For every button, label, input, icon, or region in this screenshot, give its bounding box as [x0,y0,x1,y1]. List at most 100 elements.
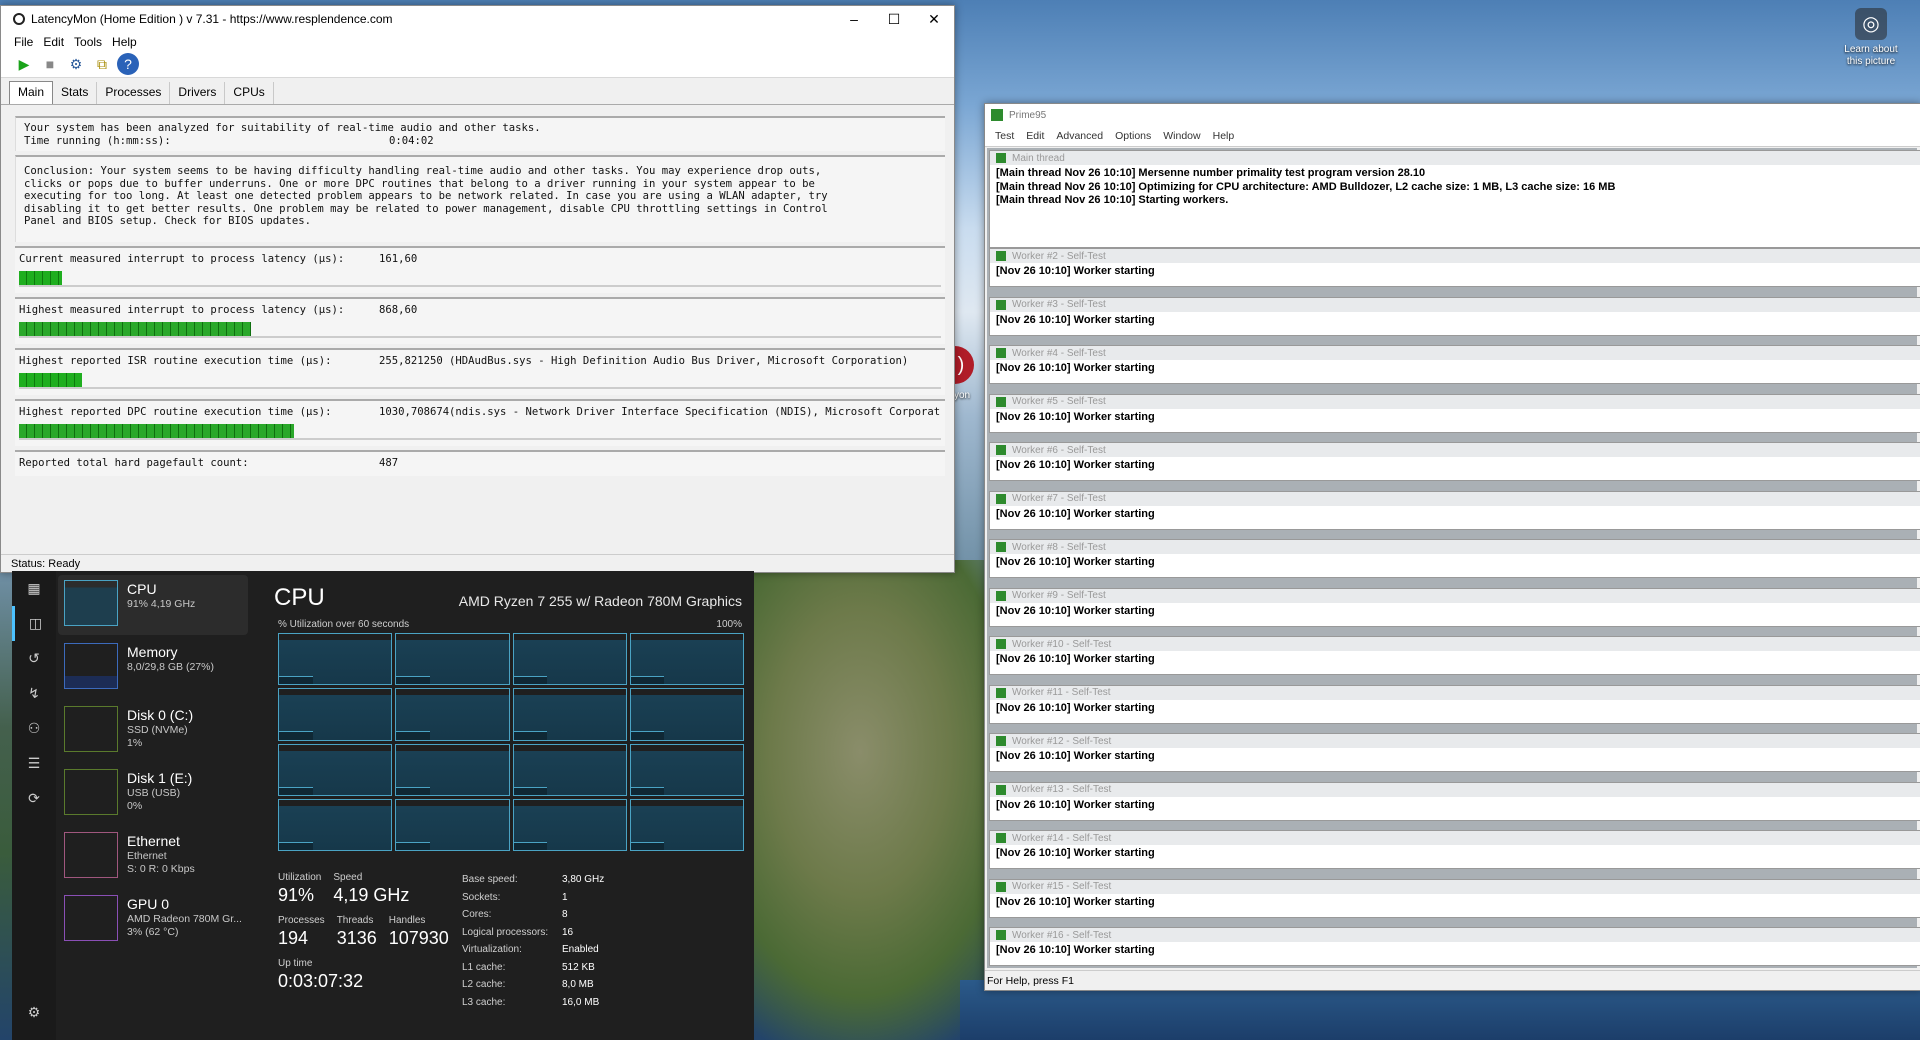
worker-window[interactable]: Worker #8 - Self-Test [Nov 26 10:10] Work… [989,539,1920,578]
worker-title: Worker #9 - Self-Test [1012,590,1106,601]
logical-processor-graph [395,743,510,796]
resource-disk-1[interactable]: Disk 1 (E:) USB (USB) 0% [58,764,248,824]
resource-disk-0[interactable]: Disk 0 (C:) SSD (NVMe) 1% [58,701,248,761]
copy-icon[interactable]: ⧉ [91,53,113,75]
resource-gpu[interactable]: GPU 0 AMD Radeon 780M Gr... 3% (62 °C) [58,890,248,950]
handles-label: Handles [388,915,426,926]
worker-log: [Nov 26 10:10] Worker starting [996,653,1155,665]
worker-caption: Worker #4 - Self-Test [990,346,1920,360]
worker-window[interactable]: Worker #6 - Self-Test [Nov 26 10:10] Work… [989,442,1920,481]
settings-gear-icon[interactable]: ⚙ [12,995,56,1030]
logical-processor-graph [629,633,744,686]
close-button[interactable]: ✕ [914,6,954,32]
worker-window[interactable]: Worker #2 - Self-Test [Nov 26 10:10] Work… [989,248,1920,287]
startup-apps-icon[interactable]: ↯ [12,676,56,711]
tab-processes[interactable]: Processes [97,82,171,104]
main-thread-title: Main thread [1012,152,1065,164]
cpu-spec-row: Sockets: 1 [462,889,632,907]
thread-icon [996,396,1006,407]
minimize-button[interactable]: – [834,6,874,32]
details-icon[interactable]: ☰ [12,746,56,781]
worker-title: Worker #8 - Self-Test [1012,541,1106,553]
analyze-icon[interactable]: ⚙ [65,53,87,75]
metric-label: Reported total hard pagefault count: [19,456,249,469]
worker-log: [Nov 26 10:10] Worker starting [996,313,1155,326]
resource-detail: AMD Radeon 780M Gr... [127,913,242,925]
worker-window[interactable]: Worker #9 - Self-Test [Nov 26 10:10] Work… [989,587,1920,627]
metric-driver [449,303,941,317]
menu-window[interactable]: Window [1163,130,1200,142]
worker-window[interactable]: Worker #7 - Self-Test [Nov 26 10:10] Work… [989,490,1920,530]
main-thread-window[interactable]: Main thread [Main thread Nov 26 10:10] M… [989,150,1920,248]
menu-help[interactable]: Help [1213,130,1235,142]
latencymon-titlebar[interactable]: LatencyMon (Home Edition ) v 7.31 - http… [1,6,954,32]
thread-icon [996,639,1006,649]
metric-bar [19,270,941,287]
worker-caption: Worker #3 - Self-Test [990,297,1920,312]
worker-title: Worker #10 - Self-Test [1012,638,1112,650]
spec-key: L2 cache: [462,979,506,990]
worker-window[interactable]: Worker #5 - Self-Test [Nov 26 10:10] Work… [989,393,1920,433]
worker-window[interactable]: Worker #15 - Self-Test [Nov 26 10:10] Wor… [989,878,1920,918]
worker-log: [Nov 26 10:10] Worker starting [996,750,1155,762]
worker-title: Worker #3 - Self-Test [1012,299,1106,310]
maximize-button[interactable]: ☐ [874,6,914,32]
resource-detail: SSD (NVMe) [127,724,188,736]
tab-drivers[interactable]: Drivers [170,82,226,104]
resource-memory[interactable]: Memory 8,0/29,8 GB (27%) [58,638,248,698]
menu-edit[interactable]: Edit [1026,130,1044,142]
resource-cpu[interactable]: CPU 91% 4,19 GHz [58,575,248,635]
performance-icon[interactable]: ◫ [12,606,56,641]
metric-bar [19,321,941,338]
menu-test[interactable]: Test [995,130,1014,142]
worker-window[interactable]: Worker #10 - Self-Test [Nov 26 10:10] Wor… [989,636,1920,675]
resource-name: Ethernet [127,833,180,849]
worker-window[interactable]: Worker #14 - Self-Test [Nov 26 10:10] Wor… [989,830,1920,869]
thread-icon [996,833,1006,843]
tab-main[interactable]: Main [9,81,54,104]
worker-window[interactable]: Worker #3 - Self-Test [Nov 26 10:10] Work… [989,296,1920,336]
worker-window[interactable]: Worker #16 - Self-Test [Nov 26 10:10] Wor… [989,927,1920,966]
worker-window[interactable]: Worker #12 - Self-Test [Nov 26 10:10] Wor… [989,733,1920,772]
processes-icon[interactable]: ▦ [12,571,56,606]
prime95-titlebar[interactable]: Prime95 [985,104,1920,126]
logical-processor-graph [512,633,627,686]
spec-value: 8 [562,909,568,920]
menu-file[interactable]: File [14,35,33,49]
menu-edit[interactable]: Edit [43,35,64,49]
app-history-icon[interactable]: ↺ [12,641,56,676]
learn-about-picture[interactable]: ◎ Learn about this picture [1836,0,1906,68]
latencymon-app-icon [13,13,25,25]
stop-icon[interactable]: ■ [39,53,61,75]
metric-driver [449,252,941,266]
metric-value: 1030,708674 [379,405,450,418]
worker-window[interactable]: Worker #4 - Self-Test [Nov 26 10:10] Work… [989,345,1920,384]
worker-caption: Worker #14 - Self-Test [990,831,1920,845]
menu-tools[interactable]: Tools [74,35,102,49]
metric-label: Highest measured interrupt to process la… [19,303,345,316]
menu-options[interactable]: Options [1115,130,1151,142]
play-icon[interactable]: ▶ [13,53,35,75]
worker-log: [Nov 26 10:10] Worker starting [996,556,1155,568]
worker-window[interactable]: Worker #13 - Self-Test [Nov 26 10:10] Wor… [989,781,1920,821]
latency-metric: Highest reported DPC routine execution t… [15,398,945,446]
worker-window[interactable]: Worker #11 - Self-Test [Nov 26 10:10] Wor… [989,684,1920,724]
users-icon[interactable]: ⚇ [12,711,56,746]
help-icon[interactable]: ? [117,53,139,75]
tab-stats[interactable]: Stats [53,82,98,104]
latency-metric: Highest measured interrupt to process la… [15,296,945,344]
worker-title: Worker #6 - Self-Test [1012,444,1106,456]
menu-advanced[interactable]: Advanced [1056,130,1103,142]
tab-cpus[interactable]: CPUs [225,82,274,104]
services-icon[interactable]: ⟳ [12,781,56,816]
worker-title: Worker #15 - Self-Test [1012,881,1112,892]
worker-caption: Worker #13 - Self-Test [990,782,1920,797]
worker-title: Worker #16 - Self-Test [1012,929,1112,941]
worker-log: [Nov 26 10:10] Worker starting [996,701,1155,714]
menu-help[interactable]: Help [112,35,137,49]
time-running-label: Time running (h:mm:ss): [24,134,171,147]
metric-driver: (ndis.sys - Network Driver Interface Spe… [449,405,941,418]
resource-ethernet[interactable]: Ethernet Ethernet S: 0 R: 0 Kbps [58,827,248,887]
intro-text: Your system has been analyzed for suitab… [24,122,541,134]
worker-log: [Nov 26 10:10] Worker starting [996,944,1155,956]
